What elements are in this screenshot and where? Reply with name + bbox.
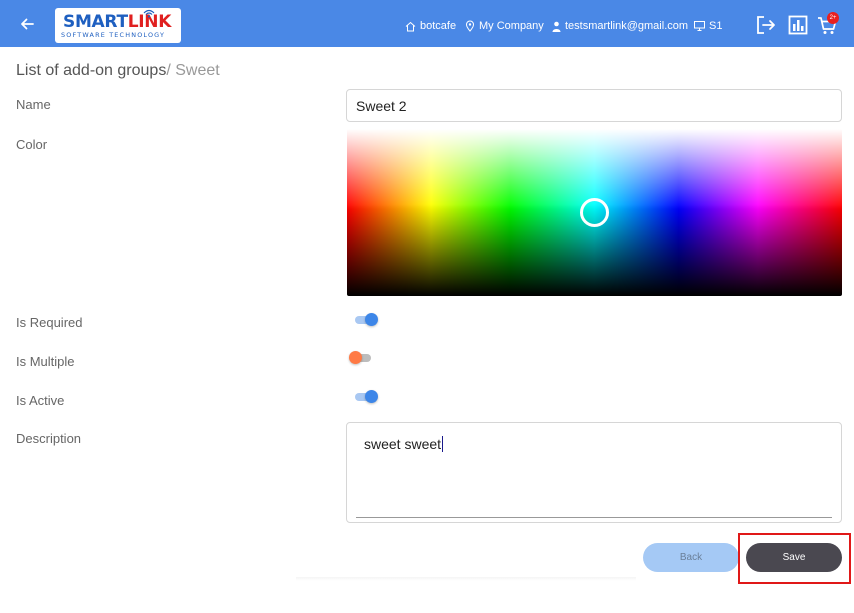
is-active-toggle[interactable] xyxy=(353,389,378,403)
save-button[interactable]: Save xyxy=(746,543,842,572)
footer-shadow xyxy=(296,577,636,581)
is-required-toggle[interactable] xyxy=(353,312,378,326)
company-name: My Company xyxy=(479,20,544,32)
user-indicator[interactable]: testsmartlink@gmail.com xyxy=(552,19,688,33)
top-bar: SMARTLINK SOFTWARE TECHNOLOGY botcafe My… xyxy=(0,0,854,47)
toggle-knob xyxy=(365,313,378,326)
breadcrumb-current: / Sweet xyxy=(166,62,220,79)
description-textarea[interactable]: sweet sweet xyxy=(346,422,842,523)
station-indicator[interactable]: S1 xyxy=(694,19,722,33)
monitor-icon xyxy=(694,21,705,31)
user-icon xyxy=(552,21,561,32)
is-required-label: Is Required xyxy=(16,315,83,330)
cart-badge: 2+ xyxy=(827,12,839,24)
store-name: botcafe xyxy=(420,20,457,32)
toggle-knob xyxy=(349,351,362,364)
store-indicator[interactable]: botcafe xyxy=(405,19,456,33)
is-multiple-toggle[interactable] xyxy=(349,350,373,364)
logout-icon[interactable] xyxy=(755,14,777,36)
is-active-label: Is Active xyxy=(16,393,65,408)
description-text: sweet sweet xyxy=(364,436,444,452)
station-name: S1 xyxy=(709,20,723,32)
name-label: Name xyxy=(16,97,51,112)
back-button[interactable]: Back xyxy=(643,543,739,572)
textarea-underline xyxy=(356,517,832,518)
report-chart-icon[interactable] xyxy=(787,14,809,36)
back-arrow-icon[interactable] xyxy=(18,15,36,33)
user-email: testsmartlink@gmail.com xyxy=(565,20,689,32)
logo-tagline: SOFTWARE TECHNOLOGY xyxy=(61,31,166,39)
description-label: Description xyxy=(16,431,82,446)
toggle-knob xyxy=(365,390,378,403)
home-icon xyxy=(405,21,416,31)
breadcrumb-root[interactable]: List of add-on groups xyxy=(16,62,166,79)
is-multiple-label: Is Multiple xyxy=(16,354,75,369)
color-label: Color xyxy=(16,137,48,152)
company-indicator[interactable]: My Company xyxy=(465,19,544,33)
wifi-icon xyxy=(143,9,155,18)
color-picker-handle[interactable] xyxy=(580,198,609,227)
name-input[interactable] xyxy=(346,89,842,122)
text-caret xyxy=(442,436,444,452)
smartlink-logo[interactable]: SMARTLINK SOFTWARE TECHNOLOGY xyxy=(55,8,181,43)
location-pin-icon xyxy=(465,20,475,32)
breadcrumb: List of add-on groups/ Sweet xyxy=(16,62,220,80)
